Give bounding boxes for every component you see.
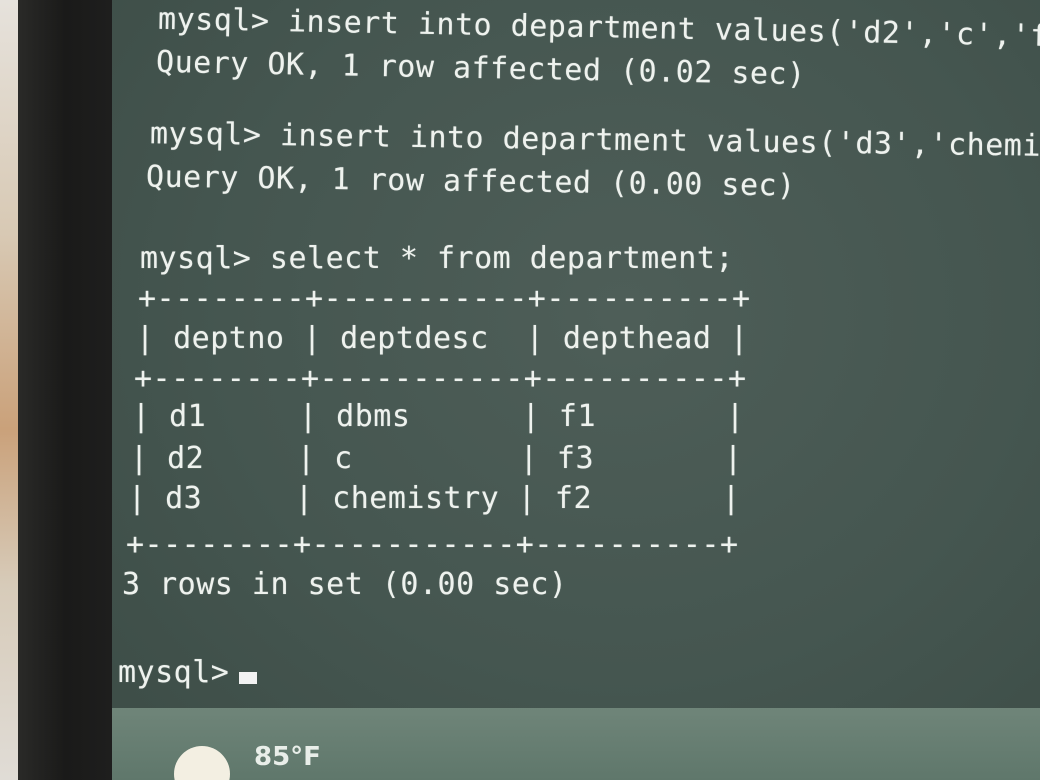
result-summary: 3 rows in set (0.00 sec): [122, 567, 568, 602]
terminal-line: mysql> select * from department;: [140, 241, 734, 276]
weather-temperature[interactable]: 85°F: [254, 742, 321, 772]
table-row: | d1 | dbms | f1 |: [132, 399, 745, 434]
terminal-line: Query OK, 1 row affected (0.02 sec): [155, 44, 806, 93]
terminal-window[interactable]: mysql> insert into department values('d2…: [112, 0, 1040, 700]
prompt-label: mysql>: [118, 655, 230, 690]
table-header-row: | deptno | deptdesc | depthead |: [136, 321, 749, 356]
terminal-line: mysql> insert into department values('d3…: [149, 116, 1040, 165]
sun-icon[interactable]: [174, 746, 230, 780]
screen: mysql> insert into department values('d2…: [112, 0, 1040, 780]
text-cursor: [239, 672, 258, 684]
table-row: | d2 | c | f3 |: [130, 441, 743, 476]
taskbar: 85°F: [112, 708, 1040, 780]
table-row: | d3 | chemistry | f2 |: [128, 481, 741, 516]
table-border: +--------+-----------+----------+: [126, 527, 739, 562]
mysql-prompt[interactable]: mysql>: [118, 655, 258, 690]
terminal-line: Query OK, 1 row affected (0.00 sec): [145, 159, 796, 204]
table-border: +--------+-----------+----------+: [138, 281, 751, 316]
table-border: +--------+-----------+----------+: [134, 361, 747, 396]
